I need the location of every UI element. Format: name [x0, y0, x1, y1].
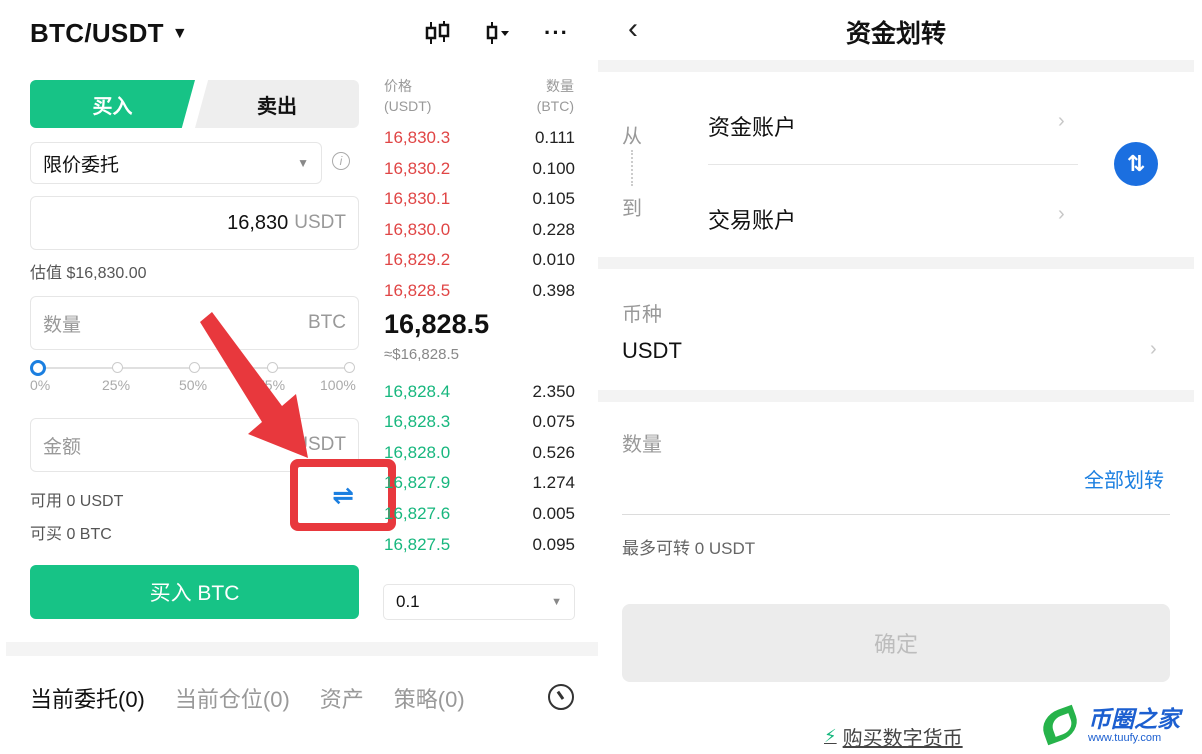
watermark-url: www.tuufy.com — [1088, 732, 1162, 744]
tab-buy[interactable]: 买入 — [30, 80, 195, 128]
tab-positions[interactable]: 当前仓位(0) — [175, 682, 290, 714]
chevron-right-icon[interactable]: › — [1150, 338, 1157, 361]
section-divider — [598, 257, 1194, 269]
chevron-right-icon[interactable]: › — [1058, 110, 1065, 133]
more-icon[interactable]: ··· — [544, 20, 569, 46]
depth-value: 0.1 — [396, 592, 420, 611]
coin-label: 币种 — [622, 304, 662, 326]
bid-row[interactable]: 16,827.9 1.274 — [384, 473, 575, 493]
side-tabs: 买入 卖出 — [30, 80, 359, 128]
available-balance: 可用 0 USDT — [30, 493, 124, 510]
dropdown-arrow-icon: ▼ — [551, 596, 562, 608]
ask-row[interactable]: 16,830.2 0.100 — [384, 159, 575, 179]
divider — [708, 164, 1078, 165]
confirm-button[interactable]: 确定 — [622, 604, 1170, 682]
bid-row[interactable]: 16,828.4 2.350 — [384, 382, 575, 402]
section-divider — [598, 60, 1194, 72]
pair-name: BTC/USDT — [30, 18, 164, 48]
to-label: 到 — [622, 198, 642, 220]
last-price: 16,828.5 — [384, 309, 490, 339]
trading-pair-selector[interactable]: BTC/USDT ▼ — [30, 18, 188, 49]
top-toolbar: ··· — [424, 20, 569, 46]
from-account[interactable]: 资金账户 — [708, 110, 796, 142]
buy-crypto-label: 购买数字货币 — [842, 728, 963, 750]
section-divider — [6, 642, 598, 656]
dropdown-arrow-icon: ▼ — [297, 156, 309, 170]
bid-row[interactable]: 16,827.6 0.005 — [384, 504, 575, 524]
ask-row[interactable]: 16,830.0 0.228 — [384, 220, 575, 240]
tab-strategies[interactable]: 策略(0) — [394, 682, 465, 714]
max-transfer-amount: 最多可转 0 USDT — [622, 539, 756, 558]
history-icon[interactable] — [548, 684, 574, 710]
from-to-connector — [631, 150, 633, 186]
section-divider — [598, 390, 1194, 402]
slider-label: 25% — [102, 377, 131, 393]
bid-row[interactable]: 16,828.0 0.526 — [384, 443, 575, 463]
info-icon[interactable]: i — [332, 152, 350, 170]
transfer-all-link[interactable]: 全部划转 — [1084, 464, 1164, 493]
swap-accounts-icon[interactable]: ⇅ — [1114, 142, 1158, 186]
slider-label: 0% — [30, 377, 51, 393]
price-unit: USDT — [294, 212, 346, 233]
depth-select[interactable]: 0.1 ▼ — [383, 584, 575, 620]
bid-row[interactable]: 16,828.3 0.075 — [384, 412, 575, 432]
tab-sell[interactable]: 卖出 — [195, 80, 359, 128]
ask-row[interactable]: 16,830.3 0.111 — [384, 128, 575, 148]
buy-crypto-link[interactable]: ⚡ 购买数字货币 — [824, 722, 963, 751]
ask-row[interactable]: 16,830.1 0.105 — [384, 189, 575, 209]
buyable-amount: 可买 0 BTC — [30, 526, 112, 543]
buy-btc-button[interactable]: 买入 BTC — [30, 565, 359, 619]
order-type-label: 限价委托 — [43, 154, 120, 176]
last-price-usd: ≈$16,828.5 — [384, 346, 459, 363]
ask-row[interactable]: 16,829.2 0.010 — [384, 250, 575, 270]
candlestick-chart-icon[interactable] — [424, 20, 452, 46]
watermark-name: 币圈之家 — [1088, 706, 1180, 732]
chevron-right-icon[interactable]: › — [1058, 203, 1065, 226]
amount-input-underline[interactable] — [622, 514, 1170, 515]
lightning-icon: ⚡ — [824, 726, 837, 746]
amount-placeholder: 金额 — [43, 436, 82, 458]
trade-panel: BTC/USDT ▼ ··· 买入 卖出 限价委托 ▼ i 16,830 USD… — [0, 0, 598, 754]
bottom-tabs: 当前委托(0) 当前仓位(0) 资产 策略(0) — [30, 682, 465, 714]
coin-value[interactable]: USDT — [622, 338, 682, 364]
bid-row[interactable]: 16,827.5 0.095 — [384, 535, 575, 555]
leaf-logo-icon — [1037, 704, 1084, 746]
to-account[interactable]: 交易账户 — [708, 203, 796, 235]
quantity-placeholder: 数量 — [43, 314, 82, 336]
orderbook-qty-header: 数量 (BTC) — [536, 78, 574, 114]
orderbook-price-header: 价格 (USDT) — [384, 78, 432, 114]
caret-down-icon: ▼ — [171, 24, 188, 42]
transfer-icon[interactable]: ⇌ — [298, 467, 388, 523]
kline-settings-icon[interactable] — [484, 20, 512, 46]
slider-handle[interactable] — [30, 360, 46, 376]
ask-row[interactable]: 16,828.5 0.398 — [384, 281, 575, 301]
watermark-logo: 币圈之家 www.tuufy.com — [1037, 704, 1180, 746]
order-type-select[interactable]: 限价委托 ▼ — [30, 142, 322, 184]
tab-assets[interactable]: 资产 — [320, 682, 364, 714]
amount-label: 数量 — [622, 434, 662, 456]
price-input[interactable]: 16,830 USDT — [30, 196, 359, 250]
from-label: 从 — [622, 126, 642, 148]
transfer-panel: ‹ 资金划转 从 到 资金账户 › 交易账户 › ⇅ 币种 USDT › 数量 … — [598, 0, 1202, 754]
page-title: 资金划转 — [845, 20, 946, 48]
slider-stop-100[interactable] — [344, 362, 355, 373]
price-value: 16,830 — [227, 211, 289, 234]
pointer-arrow-icon — [200, 312, 308, 458]
slider-stop-25[interactable] — [112, 362, 123, 373]
tab-open-orders[interactable]: 当前委托(0) — [30, 682, 145, 714]
price-estimate: 估值 $16,830.00 — [30, 265, 147, 282]
